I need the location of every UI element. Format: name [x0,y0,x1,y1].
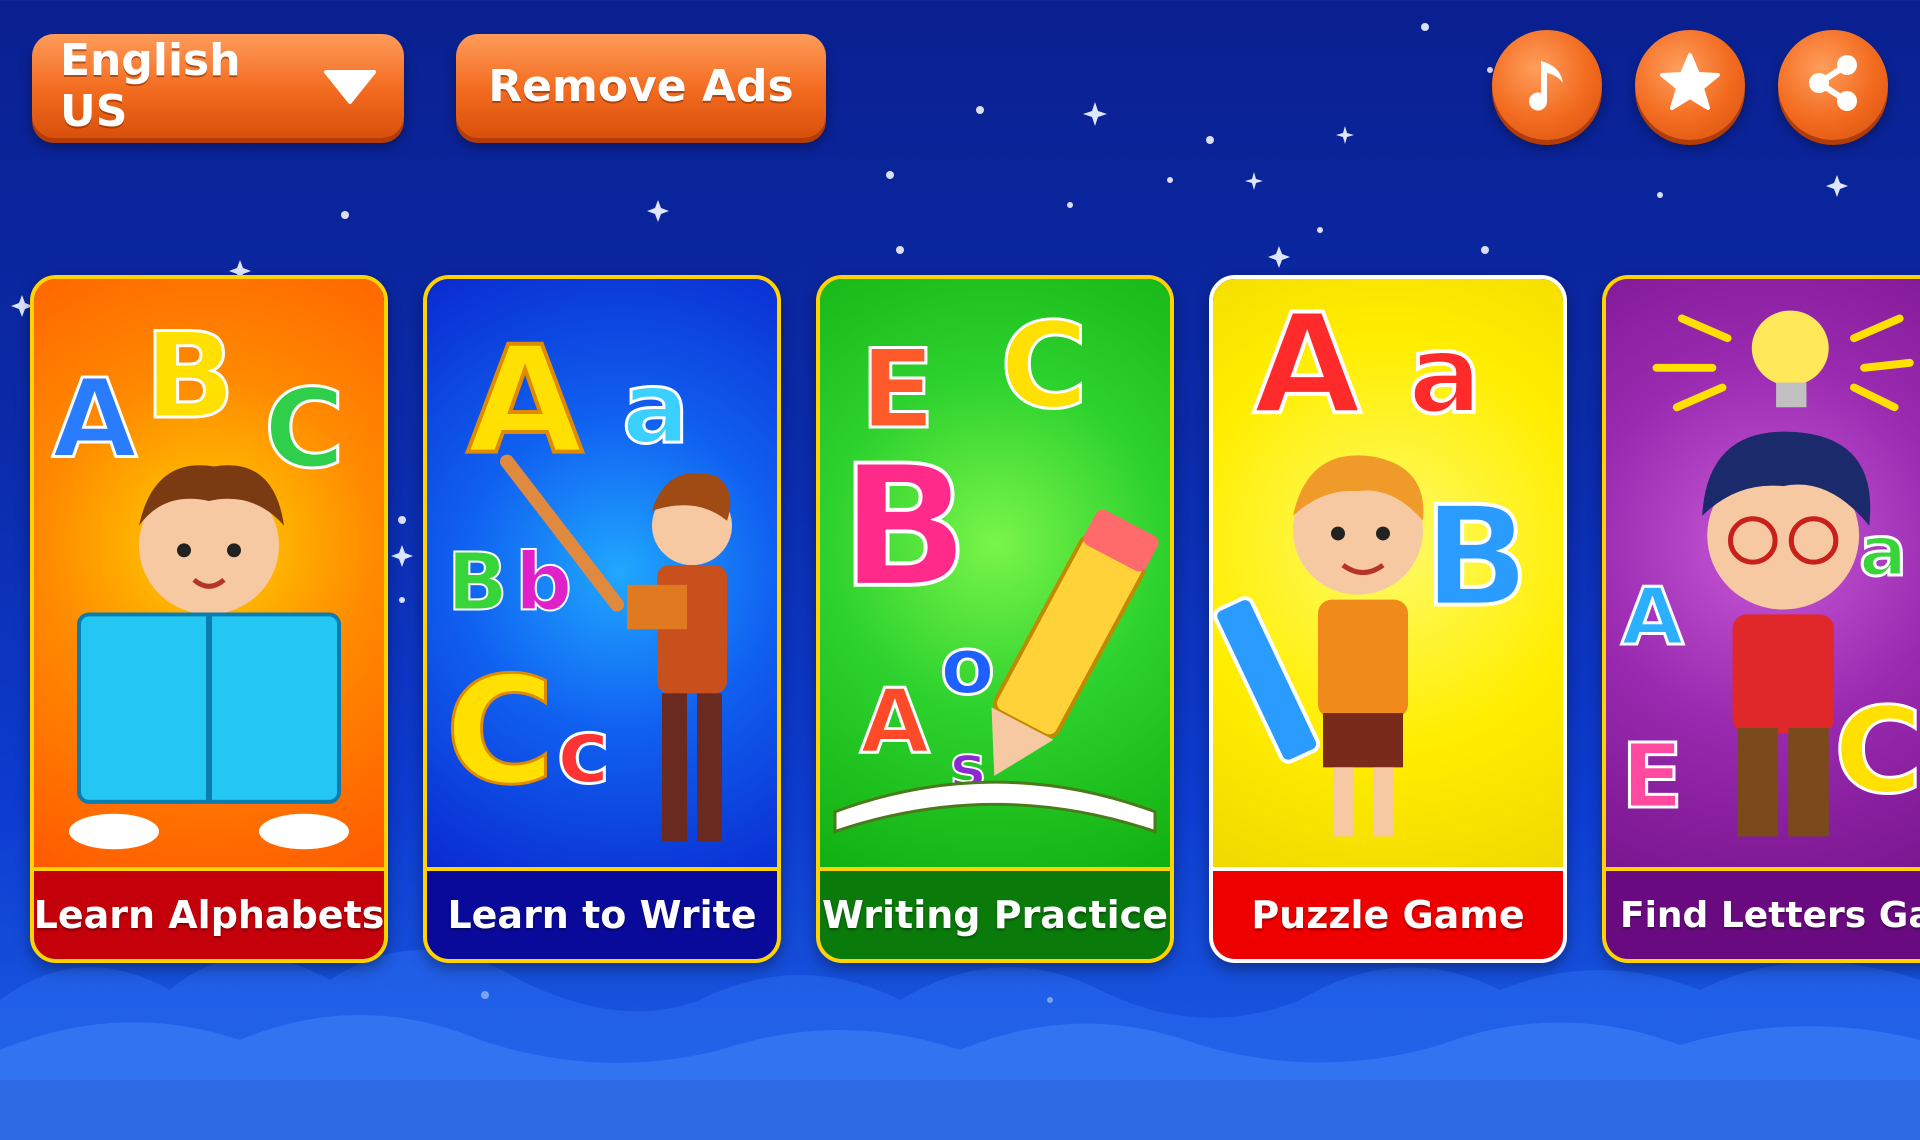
card-art: A B C [34,279,384,867]
svg-text:E: E [1621,725,1683,829]
svg-text:A: A [467,316,583,488]
svg-text:B: B [1423,476,1530,637]
svg-text:b: b [515,536,572,628]
card-learn-to-write[interactable]: A a B b C c Learn to Write [423,275,781,963]
svg-text:C: C [1834,683,1920,820]
music-note-icon [1517,53,1577,117]
card-label: Writing Practice [820,867,1170,959]
star-icon [1657,50,1723,120]
card-label: Learn Alphabets [34,867,384,959]
svg-text:B: B [447,536,508,628]
svg-text:A: A [1621,571,1684,663]
svg-text:c: c [557,701,610,804]
chevron-down-icon [322,66,378,106]
rate-button[interactable] [1635,30,1745,140]
remove-ads-button[interactable]: Remove Ads [456,34,826,138]
svg-text:C: C [1000,298,1088,436]
svg-text:B: B [840,429,970,625]
card-learn-alphabets[interactable]: A B C Learn Alphabets [30,275,388,963]
card-find-letters[interactable]: A a E C Find Letters Gam [1602,275,1920,963]
share-button[interactable] [1778,30,1888,140]
remove-ads-label: Remove Ads [488,60,794,112]
music-button[interactable] [1492,30,1602,140]
svg-text:a: a [622,351,689,465]
svg-text:a: a [1408,312,1482,438]
card-label: Puzzle Game [1213,867,1563,959]
svg-text:B: B [144,308,235,446]
card-label: Find Letters Gam [1606,867,1920,959]
card-writing-practice[interactable]: E C B o A s Writing Practice [816,275,1174,963]
card-art: A a B [1213,279,1563,867]
card-label: Learn to Write [427,867,777,959]
card-art: A a E C [1606,279,1920,867]
svg-text:A: A [52,356,138,482]
svg-text:a: a [1859,511,1907,592]
svg-text:o: o [940,620,995,712]
share-icon [1801,51,1865,119]
language-selector[interactable]: English US [32,34,404,138]
language-label: English US [60,35,241,137]
svg-text:A: A [1253,284,1361,445]
svg-text:C: C [445,646,555,818]
svg-text:A: A [860,671,930,774]
card-art: E C B o A s [820,279,1170,867]
card-art: A a B b C c [427,279,777,867]
svg-text:C: C [264,366,345,492]
card-puzzle-game[interactable]: A a B Puzzle Game [1209,275,1567,963]
